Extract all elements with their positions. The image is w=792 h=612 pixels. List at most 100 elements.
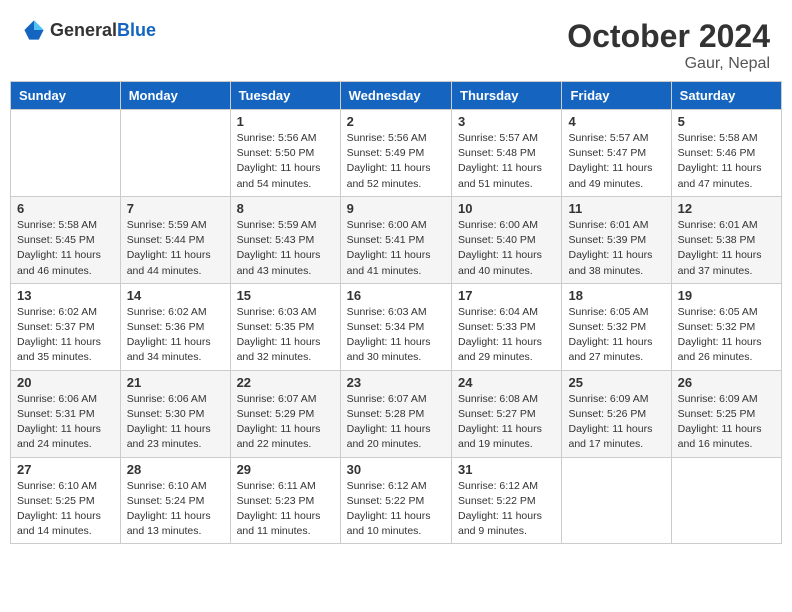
daylight-label: Daylight: 11 hours and 27 minutes.	[568, 336, 652, 363]
daylight-label: Daylight: 11 hours and 17 minutes.	[568, 423, 652, 450]
sunrise-label: Sunrise: 6:06 AM	[17, 393, 97, 405]
sunset-label: Sunset: 5:22 PM	[458, 495, 536, 507]
weekday-header-cell: Tuesday	[230, 82, 340, 110]
calendar-day-cell: 31 Sunrise: 6:12 AM Sunset: 5:22 PM Dayl…	[452, 457, 562, 544]
sunrise-label: Sunrise: 5:58 AM	[678, 132, 758, 144]
day-info: Sunrise: 6:02 AM Sunset: 5:37 PM Dayligh…	[17, 305, 114, 366]
sunrise-label: Sunrise: 6:11 AM	[237, 480, 316, 492]
month-title: October 2024	[567, 18, 770, 55]
calendar-day-cell: 10 Sunrise: 6:00 AM Sunset: 5:40 PM Dayl…	[452, 196, 562, 283]
day-number: 25	[568, 375, 664, 390]
sunrise-label: Sunrise: 6:07 AM	[347, 393, 427, 405]
calendar-day-cell: 25 Sunrise: 6:09 AM Sunset: 5:26 PM Dayl…	[562, 370, 671, 457]
calendar-table: SundayMondayTuesdayWednesdayThursdayFrid…	[10, 81, 782, 544]
sunrise-label: Sunrise: 6:01 AM	[568, 219, 648, 231]
sunrise-label: Sunrise: 6:04 AM	[458, 306, 538, 318]
daylight-label: Daylight: 11 hours and 41 minutes.	[347, 249, 431, 276]
day-number: 24	[458, 375, 555, 390]
sunrise-label: Sunrise: 6:05 AM	[678, 306, 758, 318]
sunrise-label: Sunrise: 5:59 AM	[237, 219, 317, 231]
location-title: Gaur, Nepal	[567, 55, 770, 73]
weekday-header-cell: Friday	[562, 82, 671, 110]
sunrise-label: Sunrise: 6:12 AM	[458, 480, 538, 492]
sunrise-label: Sunrise: 6:08 AM	[458, 393, 538, 405]
sunrise-label: Sunrise: 6:02 AM	[127, 306, 207, 318]
calendar-day-cell: 12 Sunrise: 6:01 AM Sunset: 5:38 PM Dayl…	[671, 196, 781, 283]
logo-icon	[22, 18, 46, 42]
sunrise-label: Sunrise: 6:12 AM	[347, 480, 427, 492]
calendar-day-cell: 11 Sunrise: 6:01 AM Sunset: 5:39 PM Dayl…	[562, 196, 671, 283]
day-info: Sunrise: 5:56 AM Sunset: 5:49 PM Dayligh…	[347, 131, 445, 192]
sunrise-label: Sunrise: 5:57 AM	[458, 132, 538, 144]
sunrise-label: Sunrise: 6:06 AM	[127, 393, 207, 405]
daylight-label: Daylight: 11 hours and 9 minutes.	[458, 510, 542, 537]
day-number: 27	[17, 462, 114, 477]
day-info: Sunrise: 6:07 AM Sunset: 5:29 PM Dayligh…	[237, 392, 334, 453]
sunset-label: Sunset: 5:33 PM	[458, 321, 536, 333]
day-number: 15	[237, 288, 334, 303]
day-info: Sunrise: 6:08 AM Sunset: 5:27 PM Dayligh…	[458, 392, 555, 453]
day-number: 29	[237, 462, 334, 477]
day-number: 23	[347, 375, 445, 390]
calendar-day-cell: 2 Sunrise: 5:56 AM Sunset: 5:49 PM Dayli…	[340, 110, 451, 197]
day-info: Sunrise: 5:56 AM Sunset: 5:50 PM Dayligh…	[237, 131, 334, 192]
sunset-label: Sunset: 5:45 PM	[17, 234, 95, 246]
calendar-day-cell: 5 Sunrise: 5:58 AM Sunset: 5:46 PM Dayli…	[671, 110, 781, 197]
calendar-day-cell: 7 Sunrise: 5:59 AM Sunset: 5:44 PM Dayli…	[120, 196, 230, 283]
daylight-label: Daylight: 11 hours and 35 minutes.	[17, 336, 101, 363]
day-number: 5	[678, 114, 775, 129]
calendar-week-row: 27 Sunrise: 6:10 AM Sunset: 5:25 PM Dayl…	[11, 457, 782, 544]
day-number: 22	[237, 375, 334, 390]
sunset-label: Sunset: 5:25 PM	[17, 495, 95, 507]
daylight-label: Daylight: 11 hours and 49 minutes.	[568, 162, 652, 189]
day-info: Sunrise: 6:02 AM Sunset: 5:36 PM Dayligh…	[127, 305, 224, 366]
day-number: 17	[458, 288, 555, 303]
calendar-day-cell: 17 Sunrise: 6:04 AM Sunset: 5:33 PM Dayl…	[452, 283, 562, 370]
day-number: 19	[678, 288, 775, 303]
daylight-label: Daylight: 11 hours and 52 minutes.	[347, 162, 431, 189]
sunrise-label: Sunrise: 6:07 AM	[237, 393, 317, 405]
calendar-week-row: 1 Sunrise: 5:56 AM Sunset: 5:50 PM Dayli…	[11, 110, 782, 197]
daylight-label: Daylight: 11 hours and 23 minutes.	[127, 423, 211, 450]
sunset-label: Sunset: 5:25 PM	[678, 408, 756, 420]
sunrise-label: Sunrise: 5:58 AM	[17, 219, 97, 231]
day-info: Sunrise: 5:57 AM Sunset: 5:47 PM Dayligh…	[568, 131, 664, 192]
day-info: Sunrise: 6:06 AM Sunset: 5:31 PM Dayligh…	[17, 392, 114, 453]
day-number: 9	[347, 201, 445, 216]
weekday-header-cell: Monday	[120, 82, 230, 110]
day-info: Sunrise: 6:09 AM Sunset: 5:25 PM Dayligh…	[678, 392, 775, 453]
day-number: 14	[127, 288, 224, 303]
day-info: Sunrise: 6:10 AM Sunset: 5:24 PM Dayligh…	[127, 479, 224, 540]
day-info: Sunrise: 6:09 AM Sunset: 5:26 PM Dayligh…	[568, 392, 664, 453]
calendar-week-row: 6 Sunrise: 5:58 AM Sunset: 5:45 PM Dayli…	[11, 196, 782, 283]
day-info: Sunrise: 5:58 AM Sunset: 5:46 PM Dayligh…	[678, 131, 775, 192]
calendar-day-cell: 3 Sunrise: 5:57 AM Sunset: 5:48 PM Dayli…	[452, 110, 562, 197]
calendar-day-cell: 6 Sunrise: 5:58 AM Sunset: 5:45 PM Dayli…	[11, 196, 121, 283]
sunset-label: Sunset: 5:34 PM	[347, 321, 425, 333]
daylight-label: Daylight: 11 hours and 19 minutes.	[458, 423, 542, 450]
calendar-day-cell: 22 Sunrise: 6:07 AM Sunset: 5:29 PM Dayl…	[230, 370, 340, 457]
daylight-label: Daylight: 11 hours and 26 minutes.	[678, 336, 762, 363]
calendar-day-cell: 4 Sunrise: 5:57 AM Sunset: 5:47 PM Dayli…	[562, 110, 671, 197]
sunset-label: Sunset: 5:44 PM	[127, 234, 205, 246]
calendar-day-cell: 18 Sunrise: 6:05 AM Sunset: 5:32 PM Dayl…	[562, 283, 671, 370]
sunset-label: Sunset: 5:35 PM	[237, 321, 315, 333]
sunrise-label: Sunrise: 5:57 AM	[568, 132, 648, 144]
sunrise-label: Sunrise: 6:03 AM	[237, 306, 317, 318]
weekday-header-cell: Sunday	[11, 82, 121, 110]
daylight-label: Daylight: 11 hours and 14 minutes.	[17, 510, 101, 537]
daylight-label: Daylight: 11 hours and 16 minutes.	[678, 423, 762, 450]
day-number: 16	[347, 288, 445, 303]
sunset-label: Sunset: 5:23 PM	[237, 495, 315, 507]
day-number: 11	[568, 201, 664, 216]
calendar-day-cell: 1 Sunrise: 5:56 AM Sunset: 5:50 PM Dayli…	[230, 110, 340, 197]
sunrise-label: Sunrise: 6:03 AM	[347, 306, 427, 318]
daylight-label: Daylight: 11 hours and 24 minutes.	[17, 423, 101, 450]
day-info: Sunrise: 6:00 AM Sunset: 5:41 PM Dayligh…	[347, 218, 445, 279]
day-number: 10	[458, 201, 555, 216]
calendar-day-cell	[671, 457, 781, 544]
logo-general-text: GeneralBlue	[50, 20, 156, 41]
sunrise-label: Sunrise: 6:10 AM	[127, 480, 207, 492]
sunset-label: Sunset: 5:39 PM	[568, 234, 646, 246]
daylight-label: Daylight: 11 hours and 29 minutes.	[458, 336, 542, 363]
